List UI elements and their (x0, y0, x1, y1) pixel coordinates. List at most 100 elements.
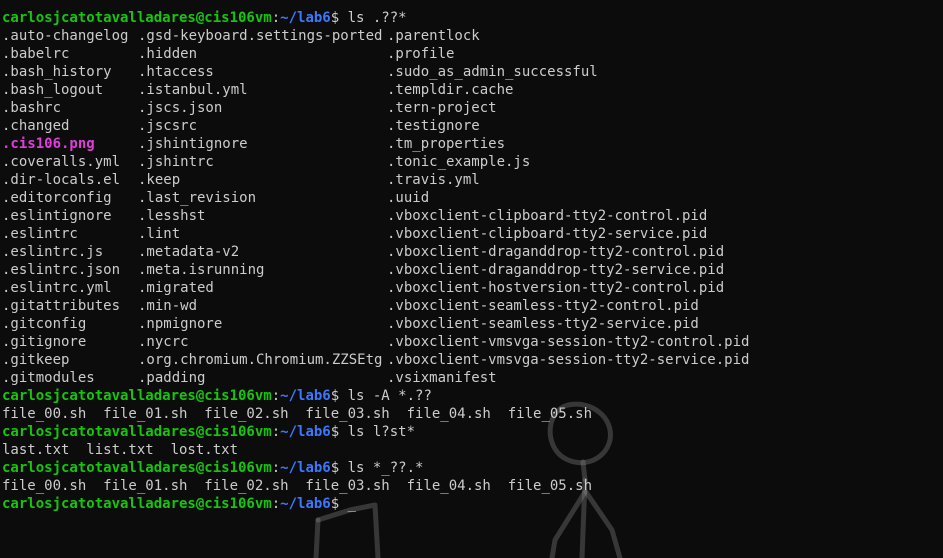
listing-row: .editorconfig .last_revision .uuid (2, 189, 943, 207)
listing-row: .bashrc .jscs.json .tern-project (2, 99, 943, 117)
prompt-separator: : (271, 460, 281, 476)
file-entry: .cis106.png (2, 136, 95, 152)
listing-row: .babelrc .hidden .profile (2, 45, 943, 63)
prompt-cwd: ~/lab6 (280, 460, 331, 476)
prompt-user-host: carlosjcatotavalladares@cis106vm (2, 388, 272, 404)
listing-row: .bash_history .htaccess .sudo_as_admin_suc… (2, 63, 943, 81)
prompt-cwd: ~/lab6 (280, 388, 331, 404)
listing-row: .gitkeep .org.chromium.Chromium.ZZSEtg .vb… (2, 351, 943, 369)
file-entry: .bashrc (2, 100, 62, 116)
file-entry: .jscsrc (138, 118, 198, 134)
file-entry: .keep (138, 172, 181, 188)
file-entry: .vboxclient-seamless-tty2-control.pid (387, 298, 699, 314)
file-entry: .travis.yml (387, 172, 480, 188)
file-entry: .gsd-keyboard.settings-ported (138, 28, 383, 44)
prompt-cwd: ~/lab6 (280, 424, 331, 440)
file-entry: .uuid (387, 190, 430, 206)
listing-row: .eslintrc .lint .vboxclient-clipboard-tty2… (2, 225, 943, 243)
command-text: ls .??* (347, 10, 407, 26)
file-entry: .vboxclient-seamless-tty2-service.pid (387, 316, 699, 332)
prompt-user-host: carlosjcatotavalladares@cis106vm (2, 424, 272, 440)
terminal-window[interactable]: carlosjcatotavalladares@cis106vm:~/lab6$… (0, 0, 943, 558)
file-entry: .vsixmanifest (387, 370, 497, 386)
file-entry: .eslintrc.yml (2, 280, 112, 296)
prompt-user-host: carlosjcatotavalladares@cis106vm (2, 10, 272, 26)
file-entry: .gitattributes (2, 298, 121, 314)
file-entry: .vboxclient-hostversion-tty2-control.pid (387, 280, 725, 296)
command-text: ls l?st* (347, 424, 416, 440)
file-entry: .parentlock (387, 28, 480, 44)
file-entry: .eslintignore (2, 208, 112, 224)
file-entry: .testignore (387, 118, 480, 134)
listing-row: .gitignore .nycrc .vboxclient-vmsvga-sessi… (2, 333, 943, 351)
prompt-line: carlosjcatotavalladares@cis106vm:~/lab6$… (2, 387, 943, 405)
file-entry: .gitconfig (2, 316, 87, 332)
file-entry: .jshintrc (138, 154, 214, 170)
prompt-symbol: $ (330, 496, 348, 512)
file-entry: .vboxclient-draganddrop-tty2-service.pid (387, 262, 725, 278)
file-entry: .jshintignore (138, 136, 248, 152)
prompt-user-host: carlosjcatotavalladares@cis106vm (2, 496, 272, 512)
file-entry: .hidden (138, 46, 198, 62)
file-entry: .last_revision (138, 190, 257, 206)
file-entry: .bash_history (2, 64, 112, 80)
listing-row: .bash_logout .istanbul.yml .templdir.cache (2, 81, 943, 99)
file-entry: .min-wd (138, 298, 198, 314)
file-entry: .babelrc (2, 46, 70, 62)
prompt-separator: : (271, 496, 281, 512)
prompt-separator: : (271, 424, 281, 440)
file-entry: .eslintrc.js (2, 244, 104, 260)
prompt-line: carlosjcatotavalladares@cis106vm:~/lab6$… (2, 495, 943, 513)
file-entry: .vboxclient-draganddrop-tty2-control.pid (387, 244, 725, 260)
file-entry: .tern-project (387, 100, 497, 116)
output-line: file_00.sh file_01.sh file_02.sh file_03… (2, 478, 593, 494)
listing-row: .eslintignore .lesshst .vboxclient-clipboa… (2, 207, 943, 225)
listing-row: .gitconfig .npmignore .vboxclient-seamless… (2, 315, 943, 333)
file-entry: .changed (2, 118, 70, 134)
terminal-screen[interactable]: carlosjcatotavalladares@cis106vm:~/lab6$… (2, 9, 943, 513)
file-entry: .lesshst (138, 208, 206, 224)
file-entry: .gitmodules (2, 370, 95, 386)
prompt-symbol: $ (330, 10, 348, 26)
prompt-separator: : (271, 388, 281, 404)
listing-row: .gitattributes .min-wd .vboxclient-seamles… (2, 297, 943, 315)
prompt-symbol: $ (330, 460, 348, 476)
figure-object-inner (313, 517, 321, 558)
file-entry: .htaccess (138, 64, 214, 80)
file-entry: .vboxclient-vmsvga-session-tty2-service.… (387, 352, 750, 368)
listing-row: .gitmodules .padding .vsixmanifest (2, 369, 943, 387)
command-text: ls *_??.* (347, 460, 424, 476)
file-entry: .padding (138, 370, 206, 386)
file-entry: .metadata-v2 (138, 244, 240, 260)
prompt-symbol: $ (330, 424, 348, 440)
file-entry: .org.chromium.Chromium.ZZSEtg (138, 352, 383, 368)
file-entry: .profile (387, 46, 455, 62)
prompt-line: carlosjcatotavalladares@cis106vm:~/lab6$… (2, 423, 943, 441)
file-entry: .coveralls.yml (2, 154, 121, 170)
output-line: last.txt list.txt lost.txt (2, 442, 239, 458)
file-entry: .npmignore (138, 316, 223, 332)
listing-row: .dir-locals.el .keep .travis.yml (2, 171, 943, 189)
file-entry: .gitkeep (2, 352, 70, 368)
prompt-line: carlosjcatotavalladares@cis106vm:~/lab6$… (2, 459, 943, 477)
cursor[interactable]: _ (348, 496, 356, 512)
file-entry: .auto-changelog (2, 28, 129, 44)
file-entry: .eslintrc.json (2, 262, 121, 278)
file-entry: .migrated (138, 280, 214, 296)
file-entry: .tm_properties (387, 136, 506, 152)
listing-row: .cis106.png .jshintignore .tm_properties (2, 135, 943, 153)
listing-row: .eslintrc.yml .migrated .vboxclient-hostve… (2, 279, 943, 297)
file-entry: .dir-locals.el (2, 172, 121, 188)
file-entry: .tonic_example.js (387, 154, 531, 170)
prompt-user-host: carlosjcatotavalladares@cis106vm (2, 460, 272, 476)
listing-row: .auto-changelog .gsd-keyboard.settings-po… (2, 27, 943, 45)
file-entry: .vboxclient-vmsvga-session-tty2-control.… (387, 334, 750, 350)
file-entry: .vboxclient-clipboard-tty2-control.pid (387, 208, 708, 224)
listing-row: .eslintrc.json .meta.isrunning .vboxclient… (2, 261, 943, 279)
prompt-cwd: ~/lab6 (280, 10, 331, 26)
command-text: ls -A *.?? (347, 388, 432, 404)
file-entry: .bash_logout (2, 82, 104, 98)
output-line: file_00.sh file_01.sh file_02.sh file_03… (2, 406, 593, 422)
file-entry: .gitignore (2, 334, 87, 350)
file-entry: .meta.isrunning (138, 262, 265, 278)
